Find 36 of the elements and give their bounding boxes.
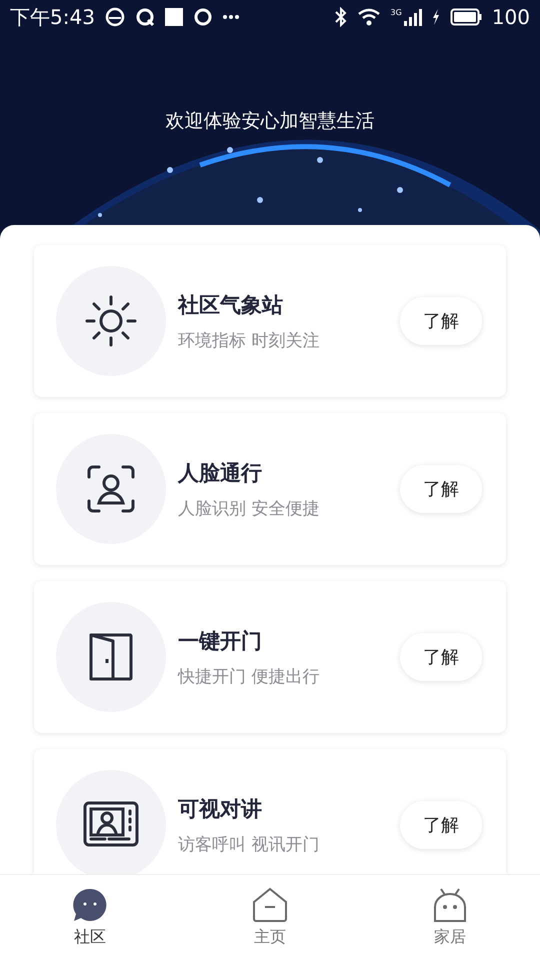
android-icon	[432, 887, 468, 923]
service-title: 人脸通行	[178, 460, 263, 486]
ring-app-icon	[192, 7, 213, 27]
tab-item[interactable]: 社区	[58, 875, 122, 960]
more-icon	[222, 15, 239, 19]
wifi-icon	[356, 7, 381, 27]
service-title: 可视对讲	[178, 796, 263, 822]
bluetooth-icon	[334, 7, 347, 27]
service-subtitle: 环境指标 时刻关注	[178, 330, 320, 352]
welcome-title: 欢迎体验安心加智慧生活	[166, 109, 374, 134]
signal-icon	[404, 7, 422, 27]
service-card[interactable]: 一键开门 快捷开门 便捷出行 了解	[34, 581, 506, 733]
tab-item[interactable]: 主页	[238, 875, 302, 960]
circle-app-icon	[104, 7, 125, 27]
learn-more-button[interactable]: 了解	[400, 465, 482, 513]
service-card[interactable]: 人脸通行 人脸识别 安全便捷 了解	[34, 413, 506, 565]
battery-icon	[450, 8, 482, 26]
status-time: 下午5:43	[10, 4, 95, 30]
sun-icon	[83, 293, 139, 349]
service-title: 一键开门	[178, 628, 263, 654]
square-app-icon	[164, 8, 183, 26]
house-icon	[252, 887, 288, 923]
service-card[interactable]: 社区气象站 环境指标 时刻关注 了解	[34, 245, 506, 397]
service-subtitle: 快捷开门 便捷出行	[178, 666, 320, 688]
service-subtitle: 访客呼叫 视讯开门	[178, 834, 320, 856]
learn-more-button[interactable]: 了解	[400, 297, 482, 345]
learn-more-button[interactable]: 了解	[400, 801, 482, 849]
chat-bubble-icon	[72, 887, 108, 923]
service-title: 社区气象站	[178, 292, 284, 318]
network-type: 3G	[390, 8, 402, 17]
battery-percent: 100	[492, 5, 530, 29]
learn-more-button[interactable]: 了解	[400, 633, 482, 681]
service-card[interactable]: 可视对讲 访客呼叫 视讯开门 了解	[34, 749, 506, 874]
q-app-icon	[134, 7, 155, 27]
service-subtitle: 人脸识别 安全便捷	[178, 498, 320, 520]
tab-item[interactable]: 家居	[418, 875, 482, 960]
